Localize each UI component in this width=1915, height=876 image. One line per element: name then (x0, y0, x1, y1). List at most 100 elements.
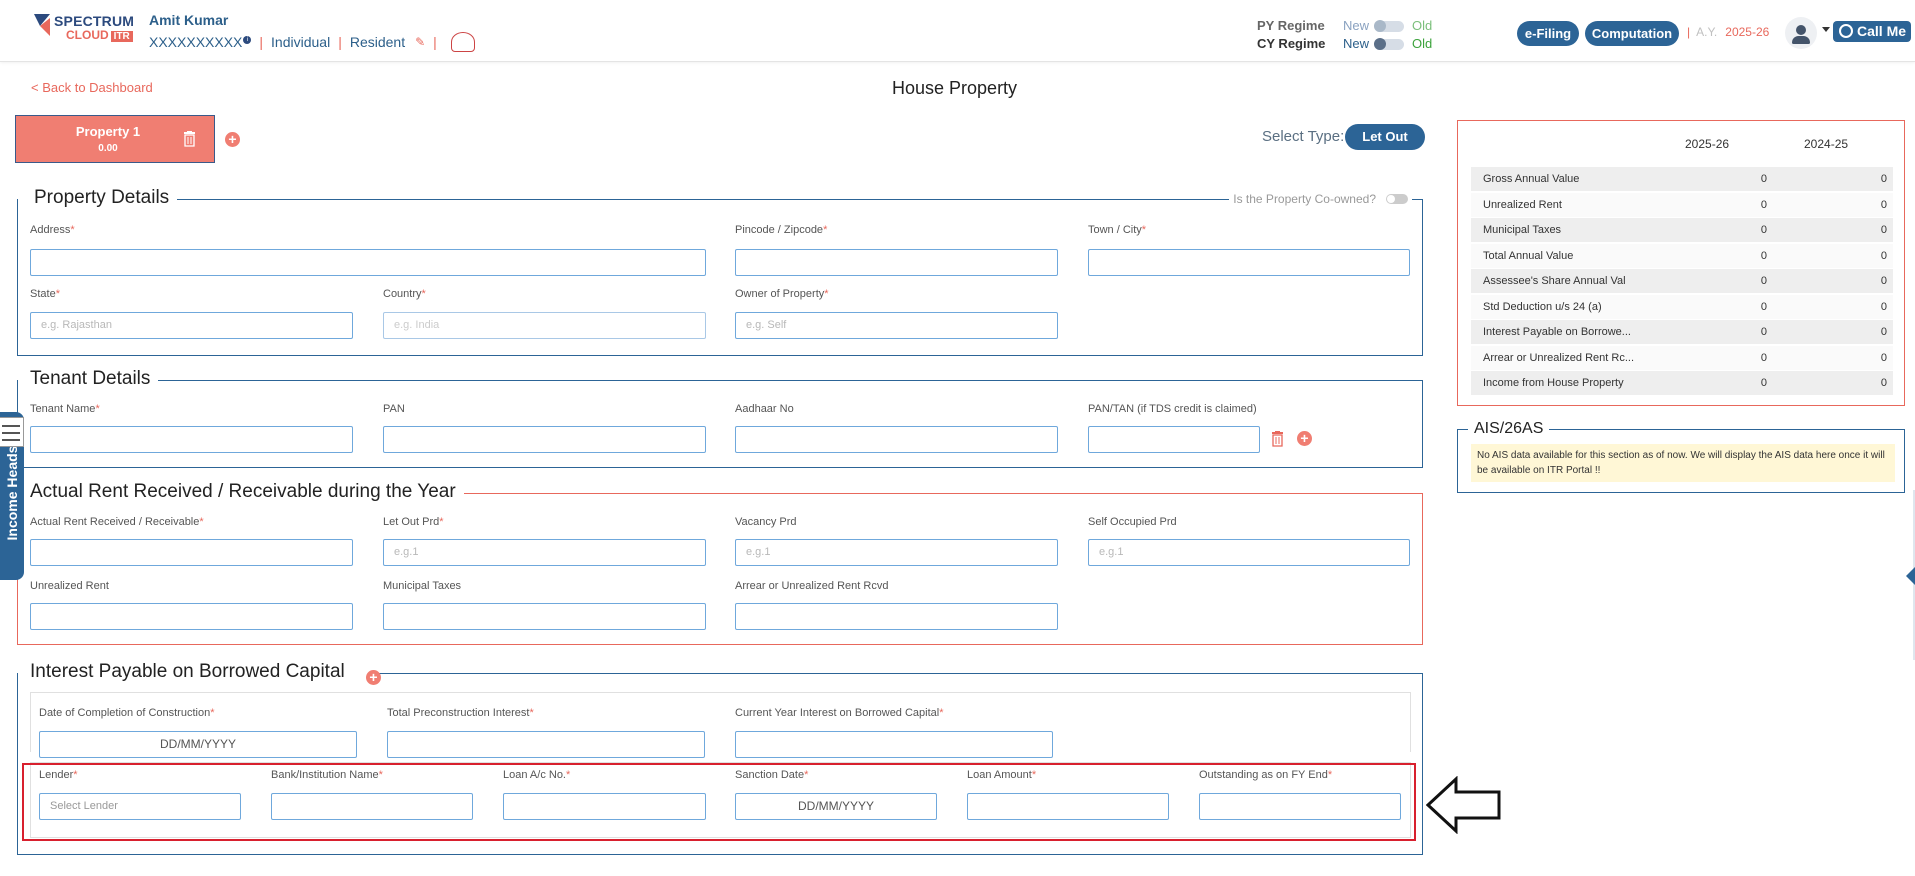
summary-row: Assessee's Share Annual Val 0 0 (1471, 269, 1893, 294)
letout-prd-label: Let Out Prd* (383, 516, 444, 528)
summary-col-current: 2025-26 (1685, 137, 1730, 151)
pincode-input[interactable] (735, 249, 1058, 276)
lender-row-highlight (22, 763, 1416, 841)
cy-regime-label: CY Regime (1257, 36, 1326, 51)
call-me-label: Call Me (1857, 23, 1907, 39)
country-input[interactable]: e.g. India (383, 312, 706, 339)
tenant-aadhaar-label: Aadhaar No (735, 403, 794, 415)
municipal-taxes-input[interactable] (383, 603, 706, 630)
actual-rent-label-text: Actual Rent Received / Receivable (30, 516, 200, 528)
back-to-dashboard-link[interactable]: < Back to Dashboard (31, 80, 153, 95)
ais-message: No AIS data available for this section a… (1471, 444, 1895, 482)
coowned-toggle[interactable]: Is the Property Co-owned? (1229, 192, 1412, 206)
summary-row-previous: 0 (1880, 249, 1887, 262)
phone-icon (1839, 24, 1853, 38)
pincode-label-text: Pincode / Zipcode (735, 224, 824, 236)
tenant-pan-input[interactable] (383, 426, 706, 453)
required-mark: * (55, 288, 60, 300)
owner-input[interactable]: e.g. Self (735, 312, 1058, 339)
summary-row-current: 0 (1760, 326, 1767, 338)
menu-icon[interactable] (0, 417, 24, 447)
cy-regime-switch[interactable] (1374, 38, 1404, 50)
summary-row-previous: 0 (1880, 377, 1887, 389)
summary-row-current: 0 (1760, 249, 1767, 262)
doc-label-text: Date of Completion of Construction (39, 707, 211, 719)
summary-row-label: Total Annual Value (1483, 249, 1574, 262)
spectrum-logo[interactable]: SPECTRUM CLOUD ITR (32, 12, 140, 42)
rent-section: Actual Rent Received / Receivable during… (17, 481, 1423, 645)
logo-sub-word: CLOUD (66, 28, 109, 42)
ay-value[interactable]: 2025-26 (1725, 25, 1769, 39)
country-label-text: Country (383, 288, 422, 300)
arrear-rent-input[interactable] (735, 603, 1058, 630)
state-label: State* (30, 288, 60, 300)
select-type-dropdown[interactable]: Let Out (1345, 124, 1425, 150)
user-avatar-icon[interactable] (1785, 17, 1817, 49)
summary-row-current: 0 (1760, 351, 1767, 364)
vacancy-prd-label: Vacancy Prd (735, 516, 797, 528)
summary-row: Municipal Taxes 0 0 (1471, 218, 1893, 243)
interest-section-title: Interest Payable on Borrowed Capital (30, 661, 345, 682)
delete-tenant-icon[interactable] (1271, 431, 1284, 452)
info-icon[interactable]: i (243, 36, 252, 44)
pencil-icon[interactable]: ✎ (415, 35, 425, 49)
py-regime-new: New (1343, 18, 1370, 33)
trash-icon[interactable] (183, 131, 196, 152)
property-tab[interactable]: Property 1 0.00 (15, 115, 215, 163)
tenant-aadhaar-input[interactable] (735, 426, 1058, 453)
menu-line (2, 432, 20, 434)
menu-line (2, 425, 20, 427)
logo-text: SPECTRUM (54, 13, 135, 29)
required-mark: * (439, 516, 444, 528)
ais-title: AIS/26AS (1468, 420, 1550, 438)
user-pan: XXXXXXXXXX (149, 34, 243, 50)
add-interest-icon[interactable]: + (366, 670, 381, 685)
vacancy-prd-input[interactable]: e.g.1 (735, 539, 1058, 566)
tenant-pantan-input[interactable] (1088, 426, 1260, 453)
address-label: Address* (30, 224, 75, 236)
coowned-switch[interactable] (1386, 194, 1408, 204)
actual-rent-label: Actual Rent Received / Receivable* (30, 516, 204, 528)
letout-prd-input[interactable]: e.g.1 (383, 539, 706, 566)
efiling-button[interactable]: e-Filing (1517, 21, 1579, 46)
arrear-rent-label: Arrear or Unrealized Rent Rcvd (735, 580, 889, 592)
letout-prd-label-text: Let Out Prd (383, 516, 440, 528)
address-input[interactable] (30, 249, 706, 276)
chevron-down-icon[interactable] (1822, 27, 1830, 32)
separator: | (1687, 25, 1691, 39)
doc-label: Date of Completion of Construction* (39, 707, 214, 719)
required-mark: * (529, 707, 534, 719)
tenant-name-label: Tenant Name* (30, 403, 100, 415)
property-details-section: Property Details Is the Property Co-owne… (17, 187, 1423, 356)
tenant-pantan-label: PAN/TAN (if TDS credit is claimed) (1088, 403, 1257, 415)
summary-row-label: Income from House Property (1483, 377, 1624, 389)
add-tenant-icon[interactable]: + (1297, 431, 1312, 446)
actual-rent-input[interactable] (30, 539, 353, 566)
summary-col-previous: 2024-25 (1804, 137, 1849, 151)
unrealized-rent-input[interactable] (30, 603, 353, 630)
cy-interest-input[interactable] (735, 731, 1053, 758)
state-label-text: State (30, 288, 56, 300)
add-property-icon[interactable]: + (225, 132, 240, 147)
summary-row-label: Arrear or Unrealized Rent Rc... (1483, 351, 1634, 364)
preconst-interest-input[interactable] (387, 731, 705, 758)
summary-row-previous: 0 (1880, 224, 1887, 236)
call-me-button[interactable]: Call Me (1833, 21, 1911, 42)
summary-row-previous: 0 (1880, 173, 1887, 185)
summary-row: Unrealized Rent 0 0 (1471, 192, 1893, 218)
doc-date-input[interactable]: DD/MM/YYYY (39, 731, 357, 758)
self-occupied-prd-input[interactable]: e.g.1 (1088, 539, 1410, 566)
chevron-left-icon[interactable] (1906, 567, 1915, 585)
town-input[interactable] (1088, 249, 1410, 276)
computation-button[interactable]: Computation (1585, 21, 1679, 46)
unrealized-rent-label: Unrealized Rent (30, 580, 109, 592)
property-tab-amount: 0.00 (98, 143, 118, 154)
town-label: Town / City* (1088, 224, 1146, 236)
separator: | (433, 34, 437, 50)
summary-row-label: Gross Annual Value (1483, 173, 1580, 185)
ay-label: A.Y. (1696, 25, 1718, 39)
tenant-name-input[interactable] (30, 426, 353, 453)
py-regime-switch[interactable] (1374, 20, 1404, 32)
summary-row-label: Std Deduction u/s 24 (a) (1483, 300, 1602, 313)
state-input[interactable]: e.g. Rajasthan (30, 312, 353, 339)
